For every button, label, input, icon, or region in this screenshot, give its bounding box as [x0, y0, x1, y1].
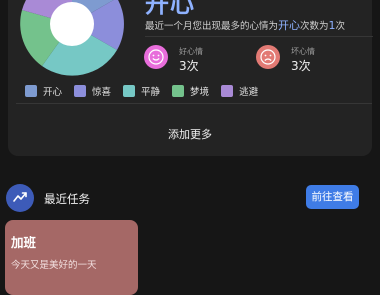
legend-label: 梦境: [190, 87, 210, 98]
mood-pie-chart: [20, 0, 124, 76]
summary-middle: 次数为: [300, 21, 329, 32]
smile-face-icon: [144, 45, 168, 69]
summary-suffix: 次: [335, 21, 346, 32]
legend-label: 逃避: [239, 87, 259, 98]
summary-mood: 开心: [278, 19, 301, 32]
task-card[interactable]: 加班 今天又是美好的一天: [5, 220, 138, 295]
legend-label: 开心: [43, 87, 63, 98]
summary-divider: [145, 36, 373, 37]
legend-swatch: [25, 85, 37, 97]
legend-label: 惊喜: [92, 87, 112, 98]
add-more-button[interactable]: 添加更多: [0, 126, 380, 142]
legend-divider: [16, 103, 372, 104]
legend-swatch: [123, 85, 136, 97]
good-mood-label: 好心情: [179, 47, 203, 56]
good-mood-count: 3次: [179, 59, 199, 73]
legend-label: 平静: [141, 87, 161, 98]
legend-swatch: [221, 85, 234, 97]
legend-item: 平静: [123, 84, 160, 98]
task-card-title: 加班: [11, 235, 37, 250]
mood-summary: 最近一个月您出现最多的心情为开心次数为1次: [145, 17, 345, 33]
bad-mood-count: 3次: [291, 59, 311, 73]
recent-tasks-icon: [6, 184, 34, 212]
sad-face-icon: [256, 45, 280, 69]
legend-item: 逃避: [221, 84, 258, 98]
legend-swatch: [172, 85, 185, 97]
legend-swatch: [74, 85, 87, 97]
mood-legend: 开心 惊喜 平静 梦境 逃避: [25, 84, 270, 98]
task-card-text: 今天又是美好的一天: [11, 260, 97, 271]
pie-hole: [50, 2, 94, 46]
summary-prefix: 最近一个月您出现最多的心情为: [145, 21, 279, 32]
bad-mood-label: 坏心情: [291, 47, 315, 56]
view-tasks-button[interactable]: 前往查看: [306, 185, 359, 209]
legend-item: 惊喜: [74, 84, 111, 98]
recent-tasks-title: 最近任务: [44, 192, 90, 206]
legend-item: 梦境: [172, 84, 209, 98]
summary-count: 1: [328, 19, 336, 32]
legend-item: 开心: [25, 84, 62, 98]
